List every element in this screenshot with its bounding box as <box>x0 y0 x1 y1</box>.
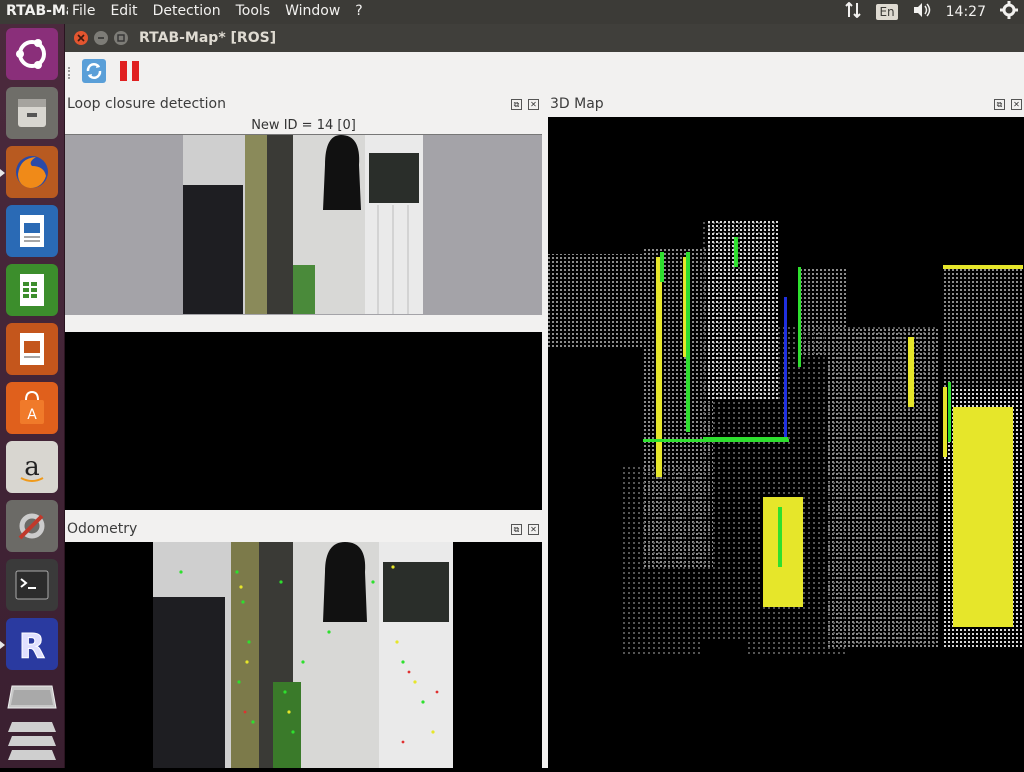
amazon-icon[interactable]: a <box>6 441 58 493</box>
app-name: RTAB-Map <box>6 3 68 19</box>
float-icon[interactable]: ⧉ <box>511 99 522 110</box>
top-panel: RTAB-Map File Edit Detection Tools Windo… <box>0 0 1024 24</box>
menu-help[interactable]: ? <box>355 3 362 19</box>
minimize-window-button[interactable] <box>94 31 108 45</box>
menu-bar: File Edit Detection Tools Window ? <box>72 3 378 19</box>
window-titlebar: RTAB-Map* [ROS] <box>65 24 1024 52</box>
float-icon[interactable]: ⧉ <box>511 524 522 535</box>
menu-file[interactable]: File <box>72 3 95 19</box>
new-id-label: New ID = 14 [0] <box>251 118 356 133</box>
menu-tools[interactable]: Tools <box>236 3 271 19</box>
map3d-dock-title: 3D Map <box>550 96 604 112</box>
svg-text:A: A <box>27 407 37 423</box>
clock[interactable]: 14:27 <box>946 4 986 20</box>
terminal-icon[interactable] <box>6 559 58 611</box>
odometry-view <box>65 542 542 768</box>
rtabmap-window: RTAB-Map* [ROS] Loop closure detection ⧉… <box>65 24 1024 768</box>
close-icon[interactable]: ✕ <box>528 99 539 110</box>
map3d-dock-buttons: ⧉ ✕ <box>988 99 1022 110</box>
toolbar <box>65 52 1024 92</box>
loop-closure-image-area <box>65 134 542 315</box>
rtabmap-icon[interactable]: R <box>6 618 58 670</box>
refresh-icon[interactable] <box>82 59 106 87</box>
pause-icon[interactable] <box>118 59 142 87</box>
float-icon[interactable]: ⧉ <box>994 99 1005 110</box>
loop-dock-buttons: ⧉ ✕ <box>505 99 539 110</box>
trash-icon[interactable] <box>6 714 58 766</box>
point-cloud-render <box>548 219 1024 657</box>
loop-closure-dock-title: Loop closure detection <box>67 96 226 112</box>
map3d-view[interactable] <box>548 117 1024 768</box>
window-title: RTAB-Map* [ROS] <box>139 30 277 46</box>
impress-icon[interactable] <box>6 323 58 375</box>
firefox-icon[interactable] <box>6 146 58 198</box>
odometry-dock-buttons: ⧉ ✕ <box>505 524 539 535</box>
keyboard-language-indicator[interactable]: En <box>876 4 898 20</box>
odometry-dock-title: Odometry <box>67 521 138 537</box>
svg-text:a: a <box>24 452 40 482</box>
volume-icon[interactable] <box>912 2 932 22</box>
launcher: A a R <box>0 24 65 768</box>
svg-text:R: R <box>19 627 45 664</box>
close-window-button[interactable] <box>74 31 88 45</box>
indicator-area: En 14:27 <box>844 0 1024 24</box>
writer-icon[interactable] <box>6 205 58 257</box>
calc-icon[interactable] <box>6 264 58 316</box>
close-icon[interactable]: ✕ <box>1011 99 1022 110</box>
new-signature-image <box>183 135 423 314</box>
menu-edit[interactable]: Edit <box>110 3 137 19</box>
gear-icon[interactable] <box>1000 1 1018 23</box>
toolbar-handle[interactable] <box>68 67 73 79</box>
close-icon[interactable]: ✕ <box>528 524 539 535</box>
files-icon[interactable] <box>6 87 58 139</box>
menu-window[interactable]: Window <box>285 3 340 19</box>
software-center-icon[interactable]: A <box>6 382 58 434</box>
loop-closure-match-area <box>65 332 542 510</box>
menu-detection[interactable]: Detection <box>153 3 221 19</box>
ubuntu-dash-icon[interactable] <box>6 28 58 80</box>
system-settings-icon[interactable] <box>6 500 58 552</box>
network-icon[interactable] <box>844 1 862 22</box>
odometry-image <box>153 542 453 768</box>
maximize-window-button[interactable] <box>114 31 128 45</box>
